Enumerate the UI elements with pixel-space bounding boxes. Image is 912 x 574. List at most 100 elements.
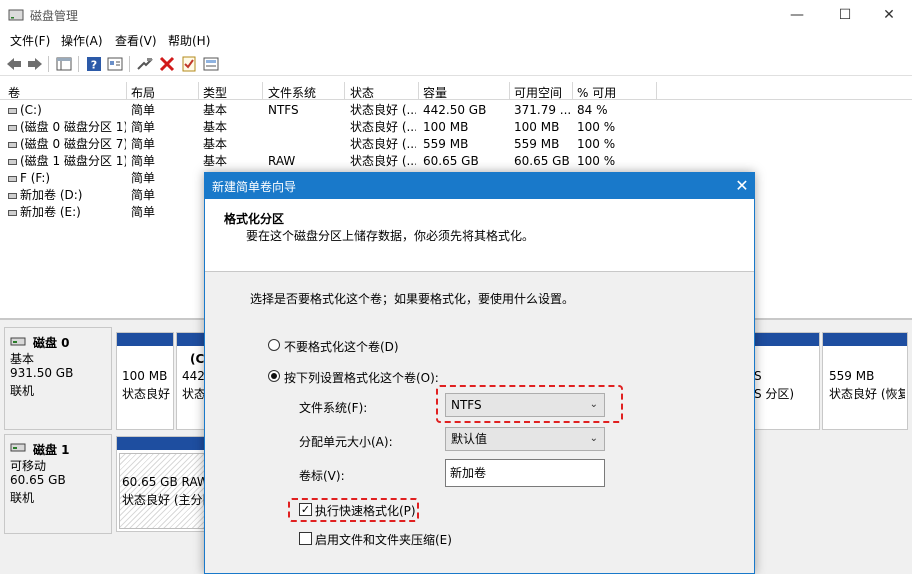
list-view-icon[interactable] xyxy=(55,55,73,73)
toolbar-separator xyxy=(129,56,130,72)
filesystem-select[interactable]: NTFS ⌄ xyxy=(445,393,605,417)
volume-drive-icon xyxy=(8,209,17,216)
column-divider[interactable] xyxy=(509,82,510,100)
volume-cell: 84 % xyxy=(577,103,608,117)
column-divider[interactable] xyxy=(198,82,199,100)
close-button[interactable]: ✕ xyxy=(866,0,912,30)
column-divider[interactable] xyxy=(126,82,127,100)
column-header-free-space[interactable]: 可用空间 xyxy=(514,84,562,100)
forward-arrow-icon[interactable] xyxy=(26,55,44,73)
volume-cell: 基本 xyxy=(203,137,228,151)
properties-icon[interactable] xyxy=(106,55,124,73)
column-header-percent-free[interactable]: % 可用 xyxy=(577,84,616,100)
column-divider[interactable] xyxy=(656,82,657,100)
radio-no-format-label[interactable]: 不要格式化这个卷(D) xyxy=(284,338,399,355)
column-divider[interactable] xyxy=(262,82,263,100)
partition-status: 状态良好 (主分区 xyxy=(122,493,206,507)
column-header-type[interactable]: 类型 xyxy=(203,84,227,100)
partition-bar xyxy=(117,437,207,450)
radio-no-format[interactable] xyxy=(268,339,280,351)
dialog-prompt: 选择是否要格式化这个卷；如果要格式化，要使用什么设置。 xyxy=(250,292,575,306)
volume-cell: 60.65 GB xyxy=(423,154,479,168)
filesystem-select-value: NTFS xyxy=(451,398,482,412)
volume-cell: 简单 xyxy=(131,205,156,219)
menu-file[interactable]: 文件(F) xyxy=(10,32,50,49)
partition-bar xyxy=(177,333,205,346)
volume-cell: 简单 xyxy=(131,137,156,151)
filesystem-label: 文件系统(F): xyxy=(299,401,368,415)
volume-cell: 状态良好 (... xyxy=(350,120,416,134)
volume-name: (磁盘 0 磁盘分区 7) xyxy=(20,137,126,151)
volume-cell: 60.65 GB xyxy=(514,154,570,168)
dialog-title: 新建简单卷向导 xyxy=(212,180,297,194)
volume-cell: 100 % xyxy=(577,137,616,151)
column-divider[interactable] xyxy=(572,82,573,100)
volume-drive-icon xyxy=(8,124,17,131)
disk-name: 磁盘 0 xyxy=(33,336,70,350)
maximize-button[interactable]: ☐ xyxy=(822,0,868,30)
disk-name: 磁盘 1 xyxy=(33,443,70,457)
column-header-capacity[interactable]: 容量 xyxy=(423,84,447,100)
disk-drive-icon xyxy=(10,443,26,452)
menu-action[interactable]: 操作(A) xyxy=(61,32,103,49)
volume-cell: 100 MB xyxy=(514,120,560,134)
back-arrow-icon[interactable] xyxy=(5,55,23,73)
column-header-status[interactable]: 状态 xyxy=(350,84,374,100)
help-icon[interactable]: ? xyxy=(85,55,103,73)
disk-status: 联机 xyxy=(10,491,35,505)
column-divider[interactable] xyxy=(418,82,419,100)
volume-cell xyxy=(268,119,342,135)
partition-size: 100 MB xyxy=(122,369,168,383)
dialog-close-button[interactable]: ✕ xyxy=(731,173,753,199)
volume-cell: 基本 xyxy=(203,154,228,168)
volume-cell: 基本 xyxy=(203,103,228,117)
menu-help[interactable]: 帮助(H) xyxy=(168,32,210,49)
toolbar-separator xyxy=(48,56,49,72)
volume-name: (C:) xyxy=(20,103,42,117)
svg-text:?: ? xyxy=(91,59,97,72)
settings-panel-icon[interactable] xyxy=(202,55,220,73)
compression-checkbox[interactable] xyxy=(299,532,312,545)
volume-cell: RAW xyxy=(268,154,296,168)
volume-cell: 简单 xyxy=(131,188,156,202)
minimize-button[interactable]: — xyxy=(774,0,820,30)
volume-drive-icon xyxy=(8,192,17,199)
menu-view[interactable]: 查看(V) xyxy=(115,32,157,49)
disk-size: 931.50 GB xyxy=(10,366,74,380)
volume-cell: 442.50 GB xyxy=(423,103,487,117)
volume-name: (磁盘 0 磁盘分区 1) xyxy=(20,120,126,134)
radio-format-label[interactable]: 按下列设置格式化这个卷(O): xyxy=(284,369,439,386)
partition-status: 状态良好 (恢复 xyxy=(829,387,905,401)
volume-name: 新加卷 (D:) xyxy=(20,188,83,202)
volume-cell: 559 MB xyxy=(423,137,469,151)
volume-name: F (F:) xyxy=(20,171,51,185)
volume-name: 新加卷 (E:) xyxy=(20,205,81,219)
partition-bar xyxy=(117,333,173,346)
disk-status: 联机 xyxy=(10,384,35,398)
delete-x-icon[interactable] xyxy=(158,55,176,73)
allocation-unit-select[interactable]: 默认值 ⌄ xyxy=(445,427,605,451)
toolbar-separator xyxy=(78,56,79,72)
volume-name-cell: (磁盘 1 磁盘分区 1) xyxy=(8,153,126,169)
quick-format-label[interactable]: 执行快速格式化(P) xyxy=(315,502,416,519)
disk-size: 60.65 GB xyxy=(10,473,66,487)
volume-cell: 371.79 ... xyxy=(514,103,570,117)
dialog-header-title: 格式化分区 xyxy=(224,212,285,226)
radio-format[interactable] xyxy=(268,370,280,382)
column-header-layout[interactable]: 布局 xyxy=(131,84,155,100)
partition-size: 60.65 GB RAW xyxy=(122,475,206,489)
partition-size: 559 MB xyxy=(829,369,875,383)
column-header-filesystem[interactable]: 文件系统 xyxy=(268,84,316,100)
column-header-volume[interactable]: 卷 xyxy=(8,84,20,100)
column-divider[interactable] xyxy=(344,82,345,100)
compression-label[interactable]: 启用文件和文件夹压缩(E) xyxy=(315,531,452,548)
checklist-icon[interactable] xyxy=(180,55,198,73)
volume-name-cell: 新加卷 (D:) xyxy=(8,187,126,203)
partition-block[interactable] xyxy=(754,332,820,430)
volume-name-cell: (磁盘 0 磁盘分区 1) xyxy=(8,119,126,135)
quick-format-checkbox[interactable]: ✓ xyxy=(299,503,312,516)
connect-icon[interactable] xyxy=(136,55,154,73)
volume-name-cell: F (F:) xyxy=(8,170,126,186)
volume-label-input[interactable]: 新加卷 xyxy=(445,459,605,487)
disk-management-app-icon xyxy=(8,9,24,21)
